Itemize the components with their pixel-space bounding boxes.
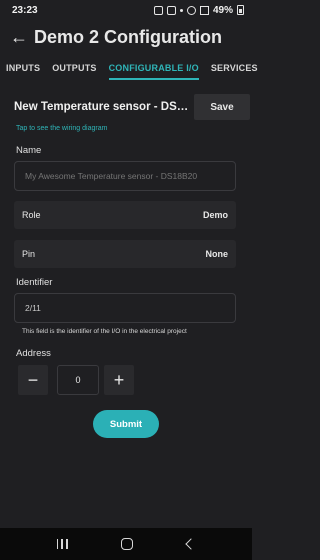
address-value-field[interactable]: 0 <box>57 365 99 395</box>
arrow-left-icon[interactable]: ← <box>10 27 30 48</box>
battery-percent: 49% <box>212 4 233 16</box>
recents-icon[interactable] <box>56 539 68 549</box>
tab-outputs[interactable]: OUTPUTS <box>46 56 102 80</box>
tab-services-label: SERVICES <box>210 63 258 73</box>
panel-header: New Temperature sensor - DS18B... Save <box>0 94 252 120</box>
name-field[interactable] <box>14 161 236 191</box>
role-value: Demo <box>202 210 228 220</box>
battery-icon <box>237 5 244 15</box>
identifier-label: Identifier <box>16 277 53 288</box>
minus-icon: − <box>27 369 39 390</box>
wifi-icon <box>186 5 196 15</box>
status-time: 23:23 <box>12 4 38 16</box>
tab-bar: INPUTS OUTPUTS CONFIGURABLE I/O SERVICES <box>0 56 258 80</box>
pin-value: None <box>205 249 229 259</box>
signal-icon <box>199 5 209 15</box>
tab-configurable-io[interactable]: CONFIGURABLE I/O <box>103 56 205 80</box>
system-nav-bar <box>0 528 252 560</box>
tab-inputs[interactable]: INPUTS <box>0 56 46 80</box>
submit-button[interactable]: Submit <box>93 410 159 438</box>
address-value: 0 <box>75 375 81 385</box>
address-label: Address <box>16 348 51 359</box>
app-header: ← Demo 2 Configuration <box>0 22 252 52</box>
image-icon <box>153 5 163 15</box>
role-select[interactable]: Role Demo <box>14 201 236 229</box>
decrement-button[interactable]: − <box>18 365 48 395</box>
back-chevron-icon[interactable] <box>185 538 197 550</box>
pin-select[interactable]: Pin None <box>14 240 236 268</box>
plus-icon: + <box>113 369 125 390</box>
identifier-field[interactable] <box>14 293 236 323</box>
status-bar: 23:23 49% <box>0 0 252 20</box>
tab-configurable-io-label: CONFIGURABLE I/O <box>108 63 199 73</box>
tab-services[interactable]: SERVICES <box>205 56 264 80</box>
tab-inputs-label: INPUTS <box>6 63 41 73</box>
panel-title: New Temperature sensor - DS18B... <box>14 101 194 113</box>
status-icons: 49% <box>153 4 244 16</box>
identifier-helper-text: This field is the identifier of the I/O … <box>22 328 187 335</box>
image-icon <box>166 5 176 15</box>
name-label: Name <box>16 145 42 156</box>
home-icon[interactable] <box>121 538 134 550</box>
wiring-diagram-link[interactable]: Tap to see the wiring diagram <box>16 125 107 132</box>
page-title: Demo 2 Configuration <box>34 26 222 47</box>
dot-icon <box>179 8 183 12</box>
tab-outputs-label: OUTPUTS <box>52 63 97 73</box>
role-label: Role <box>22 210 41 220</box>
save-button[interactable]: Save <box>194 94 250 120</box>
pin-label: Pin <box>22 249 36 259</box>
increment-button[interactable]: + <box>104 365 134 395</box>
